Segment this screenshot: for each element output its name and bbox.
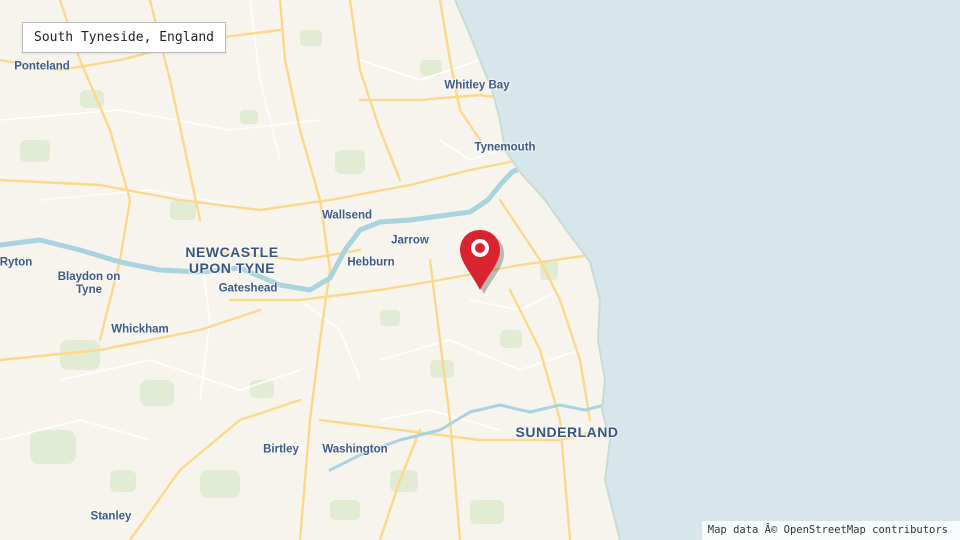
location-label: South Tyneside, England xyxy=(22,22,227,53)
place-label-wallsend: Wallsend xyxy=(321,209,373,222)
place-label-hebburn: Hebburn xyxy=(347,256,395,269)
map-attribution[interactable]: Map data Â© OpenStreetMap contributors xyxy=(701,521,960,540)
place-label-tynemouth: Tynemouth xyxy=(474,141,536,154)
place-label-ponteland: Ponteland xyxy=(14,60,70,73)
place-label-ryton: Ryton xyxy=(0,256,33,269)
place-label-gateshead: Gateshead xyxy=(218,282,278,295)
place-label-sunderland: SUNDERLAND xyxy=(515,424,619,440)
place-label-jarrow: Jarrow xyxy=(391,234,429,247)
place-label-birtley: Birtley xyxy=(263,443,299,456)
place-label-newcastle: NEWCASTLE UPON TYNE xyxy=(185,244,279,276)
place-label-whickham: Whickham xyxy=(111,323,169,336)
location-pin-icon[interactable] xyxy=(454,226,510,296)
place-label-washington: Washington xyxy=(322,443,388,456)
place-label-whitley-bay: Whitley Bay xyxy=(444,79,510,92)
place-label-stanley: Stanley xyxy=(90,510,132,523)
place-label-blaydon: Blaydon on Tyne xyxy=(57,271,121,296)
